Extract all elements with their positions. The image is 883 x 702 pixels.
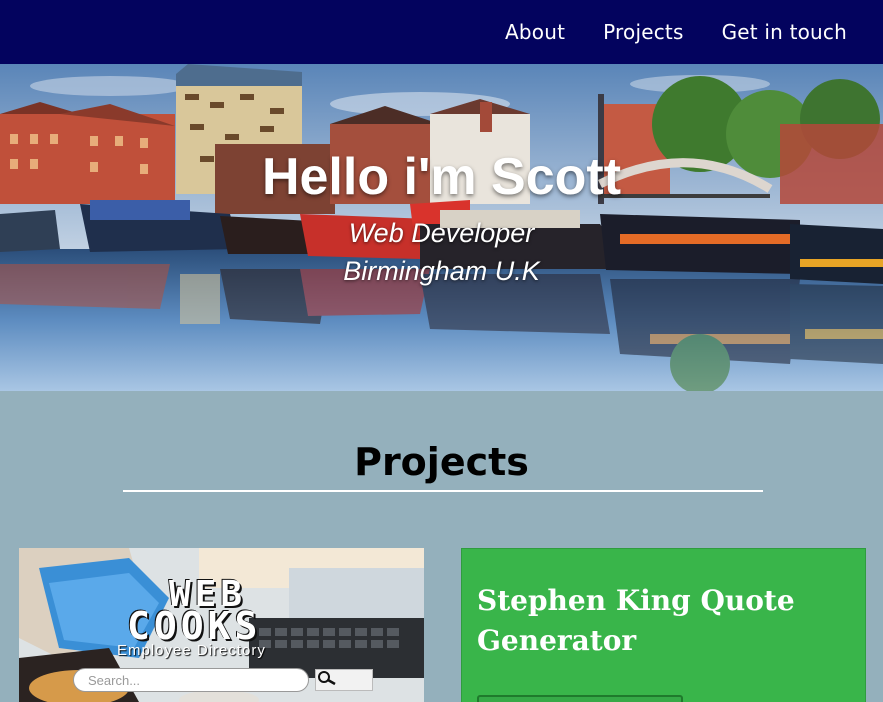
nav-link-projects[interactable]: Projects <box>603 20 683 44</box>
hero-location: Birmingham U.K <box>343 256 540 286</box>
web-cooks-logo-subtitle: Employee Directory <box>117 642 266 659</box>
project-card-title: Stephen King Quote Generator <box>477 584 795 657</box>
search-input[interactable] <box>73 668 309 692</box>
project-card-button[interactable] <box>477 695 683 702</box>
section-divider <box>123 490 763 492</box>
nav-link-about[interactable]: About <box>505 20 565 44</box>
projects-heading: Projects <box>354 440 529 484</box>
hero-banner: Hello i'm Scott Web Developer Birmingham… <box>0 64 883 391</box>
search-button[interactable] <box>315 669 373 691</box>
nav-links: About Projects Get in touch <box>505 0 847 64</box>
project-card-quote-generator[interactable]: Stephen King Quote Generator <box>461 548 866 702</box>
nav-link-get-in-touch[interactable]: Get in touch <box>722 20 847 44</box>
magnifier-icon <box>318 671 336 686</box>
navbar: About Projects Get in touch <box>0 0 883 64</box>
hero-role: Web Developer <box>348 218 535 248</box>
hero-title: Hello i'm Scott <box>261 148 622 206</box>
project-card-web-cooks[interactable]: WEB COOKS Employee Directory <box>19 548 424 702</box>
